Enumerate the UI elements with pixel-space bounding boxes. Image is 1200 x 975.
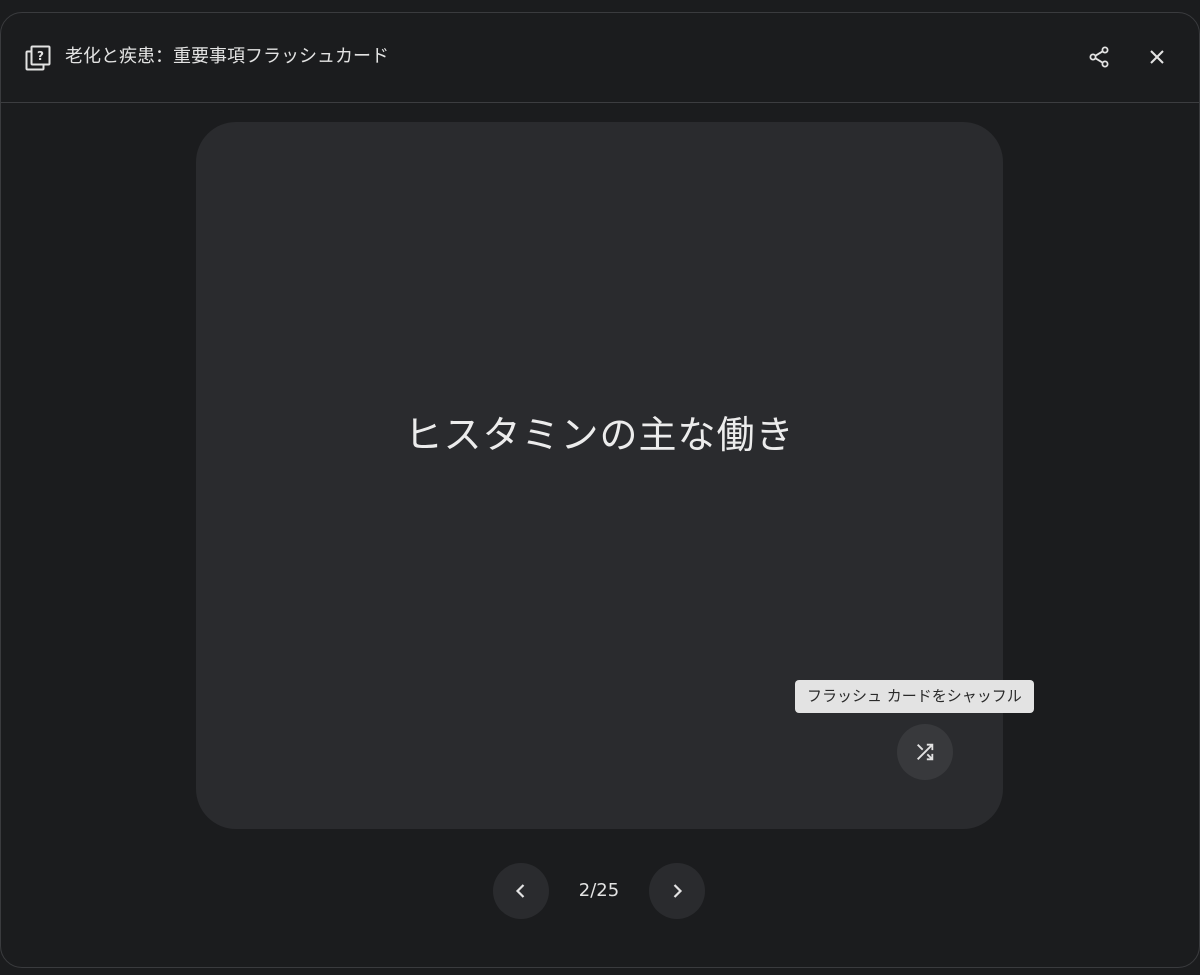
shuffle-button[interactable]	[897, 724, 953, 780]
shuffle-tooltip: フラッシュ カードをシャッフル	[795, 680, 1034, 713]
share-icon	[1087, 45, 1111, 69]
dialog-header: ? 老化と疾患：重要事項フラッシュカード	[1, 13, 1199, 103]
chevron-right-icon	[667, 881, 687, 901]
previous-card-button[interactable]	[493, 863, 549, 919]
chevron-left-icon	[511, 881, 531, 901]
svg-text:?: ?	[37, 49, 44, 63]
shuffle-icon	[914, 741, 936, 763]
flashcard-question: ヒスタミンの主な働き	[404, 413, 795, 457]
flashcard-dialog: ? 老化と疾患：重要事項フラッシュカード ヒスタミンの主な働き フラッシュ カー…	[0, 12, 1200, 968]
close-button[interactable]	[1137, 37, 1177, 77]
next-card-button[interactable]	[649, 863, 705, 919]
dialog-title: 老化と疾患：重要事項フラッシュカード	[65, 46, 389, 67]
flashcard-icon: ?	[25, 45, 51, 71]
flashcard[interactable]: ヒスタミンの主な働き	[196, 122, 1003, 829]
close-icon	[1147, 47, 1167, 67]
card-counter: 2/25	[578, 880, 620, 901]
share-button[interactable]	[1079, 37, 1119, 77]
